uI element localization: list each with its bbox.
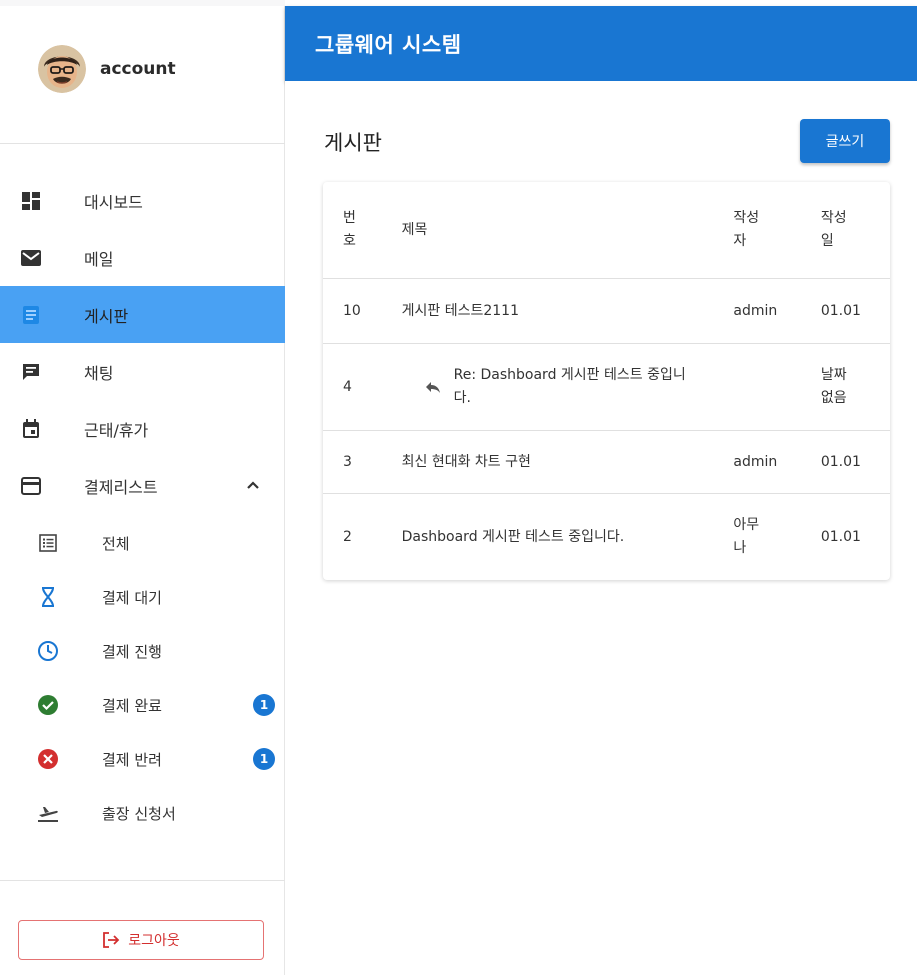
avatar [38, 45, 86, 93]
main-nav: 대시보드 메일 게시판 채팅 근태/휴가 결제리스트 [0, 172, 285, 514]
nav-item-payment-list[interactable]: 결제리스트 [0, 457, 285, 514]
clock-icon [36, 639, 60, 663]
dashboard-icon [20, 190, 42, 212]
sub-item-pending[interactable]: 결제 대기 [0, 570, 285, 624]
sub-item-in-progress[interactable]: 결제 진행 [0, 624, 285, 678]
sidebar-top-strip [0, 0, 285, 6]
table-row[interactable]: 3 최신 현대화 차트 구현 admin 01.01 [323, 430, 890, 494]
nav-item-dashboard[interactable]: 대시보드 [0, 172, 285, 229]
table-row[interactable]: 10 게시판 테스트2111 admin 01.01 [323, 278, 890, 344]
board-icon [20, 304, 42, 326]
nav-label-dashboard: 대시보드 [84, 192, 143, 212]
calendar-icon [20, 418, 42, 440]
cancel-circle-icon [36, 747, 60, 771]
table-row[interactable]: 2 Dashboard 게시판 테스트 중입니다. 아무나 01.01 [323, 494, 890, 581]
count-badge-rejected: 1 [253, 748, 275, 770]
board-table-card: 번호 제목 작성자 작성일 10 게시판 테스트2111 admin 01.01… [323, 182, 890, 580]
sub-label-in-progress: 결제 진행 [102, 642, 162, 661]
nav-item-mail[interactable]: 메일 [0, 229, 285, 286]
sub-label-rejected: 결제 반려 [102, 750, 162, 769]
sidebar: account 대시보드 메일 게시판 채팅 근태/휴가 결제리스트 전체 결제… [0, 0, 285, 975]
nav-label-board: 게시판 [84, 306, 129, 326]
page-title: 게시판 [324, 131, 382, 155]
cell-author: 아무나 [733, 517, 760, 556]
list-icon [36, 531, 60, 555]
nav-item-board[interactable]: 게시판 [0, 286, 285, 343]
nav-label-payment-list: 결제리스트 [84, 477, 158, 497]
chat-icon [20, 361, 42, 383]
app-title: 그룹웨어 시스템 [315, 32, 462, 57]
payment-card-icon [20, 475, 42, 497]
reply-icon [425, 382, 440, 393]
sidebar-divider-top [0, 143, 285, 144]
nav-item-attendance[interactable]: 근태/휴가 [0, 400, 285, 457]
cell-num: 2 [343, 528, 352, 545]
count-badge-completed: 1 [253, 694, 275, 716]
app-bar: 그룹웨어 시스템 [285, 6, 917, 81]
cell-date: 01.01 [820, 528, 861, 545]
check-circle-icon [36, 693, 60, 717]
column-header-author: 작성자 [733, 182, 821, 279]
nav-label-attendance: 근태/휴가 [84, 420, 149, 440]
table-header-row: 번호 제목 작성자 작성일 [323, 182, 890, 279]
cell-title[interactable]: Re: Dashboard 게시판 테스트 중입니다. [385, 343, 734, 431]
nav-label-mail: 메일 [84, 249, 114, 269]
cell-title[interactable]: 최신 현대화 차트 구현 [385, 430, 734, 494]
main-content: 게시판 글쓰기 번호 제목 작성자 작성일 10 게시판 테스트2111 adm… [285, 81, 917, 975]
logout-label: 로그아웃 [128, 933, 180, 949]
nav-item-chat[interactable]: 채팅 [0, 343, 285, 400]
account-section[interactable]: account [38, 43, 176, 95]
logout-icon [103, 932, 120, 948]
sub-label-completed: 결제 완료 [102, 696, 162, 715]
app-root: account 대시보드 메일 게시판 채팅 근태/휴가 결제리스트 전체 결제… [0, 0, 917, 975]
chevron-up-icon[interactable] [244, 476, 262, 494]
cell-author [733, 343, 821, 431]
sub-label-business-trip: 출장 신청서 [102, 804, 176, 823]
cell-author: admin [733, 278, 821, 344]
sub-label-pending: 결제 대기 [102, 588, 162, 607]
logout-button[interactable]: 로그아웃 [18, 920, 264, 960]
sub-label-all: 전체 [102, 534, 130, 553]
cell-num: 10 [323, 278, 386, 344]
column-header-title: 제목 [385, 182, 734, 279]
cell-date: 01.01 [820, 430, 890, 494]
sub-item-rejected[interactable]: 결제 반려 1 [0, 732, 285, 786]
account-name: account [100, 59, 176, 79]
cell-date: 날짜 없음 [820, 343, 890, 431]
sub-item-business-trip[interactable]: 출장 신청서 [0, 786, 285, 840]
flight-takeoff-icon [36, 801, 60, 825]
hourglass-icon [36, 585, 60, 609]
reply-title-wrap: Re: Dashboard 게시판 테스트 중입니다. [402, 364, 734, 410]
mail-icon [20, 247, 42, 269]
payment-sub-nav: 전체 결제 대기 결제 진행 결제 완료 1 결제 반려 1 출장 신청서 [0, 516, 285, 840]
sidebar-divider-bottom [0, 880, 285, 881]
table-row[interactable]: 4 Re: Dashboard 게시판 테스트 중입니다. 날짜 없음 [323, 343, 890, 431]
sub-item-completed[interactable]: 결제 완료 1 [0, 678, 285, 732]
board-table: 번호 제목 작성자 작성일 10 게시판 테스트2111 admin 01.01… [323, 182, 890, 580]
cell-title[interactable]: Dashboard 게시판 테스트 중입니다. [386, 494, 734, 581]
cell-title[interactable]: 게시판 테스트2111 [385, 278, 734, 344]
sub-item-all[interactable]: 전체 [0, 516, 285, 570]
write-post-button[interactable]: 글쓰기 [800, 119, 890, 163]
cell-num: 4 [323, 343, 386, 431]
cell-num: 3 [323, 430, 386, 494]
nav-label-chat: 채팅 [84, 363, 114, 383]
cell-date: 01.01 [820, 278, 890, 344]
column-header-date: 작성일 [820, 182, 890, 279]
cell-author: admin [733, 430, 821, 494]
column-header-num: 번호 [323, 182, 386, 279]
reply-title-text: Re: Dashboard 게시판 테스트 중입니다. [453, 367, 686, 406]
